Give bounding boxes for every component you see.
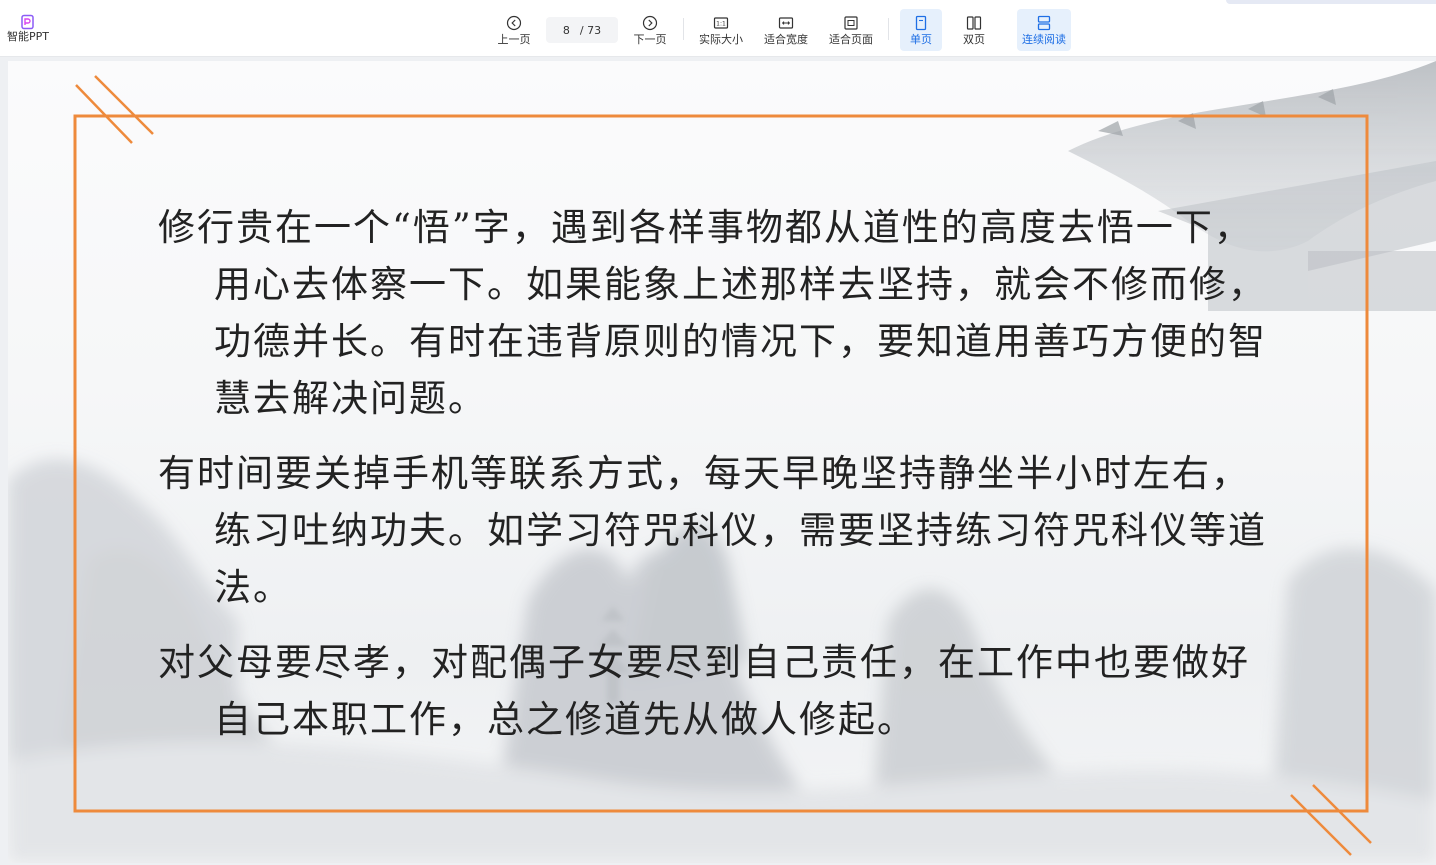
double-page-label: 双页 <box>963 33 985 46</box>
single-page-button[interactable]: 单页 <box>900 9 942 51</box>
total-pages-value: / 73 <box>579 23 602 37</box>
single-page-label: 单页 <box>910 33 932 46</box>
smart-ppt-button[interactable]: 智能PPT <box>4 10 52 50</box>
toolbar-divider <box>888 18 889 40</box>
toolbar: 智能PPT 上一页 8 / 73 下一页 1:1 实际大小 适合宽度 适合页面 … <box>0 0 1436 57</box>
fit-width-label: 适合宽度 <box>764 33 808 46</box>
slide-text: 修行贵在一个“悟”字，遇到各样事物都从道性的高度去悟一下， 用心去体察一下。如果… <box>158 199 1278 766</box>
corner-accent <box>1226 0 1436 4</box>
slide-page: 修行贵在一个“悟”字，遇到各样事物都从道性的高度去悟一下， 用心去体察一下。如果… <box>8 61 1436 863</box>
chevron-left-circle-icon <box>506 15 522 31</box>
continuous-reading-label: 连续阅读 <box>1022 33 1066 46</box>
continuous-reading-icon <box>1037 15 1051 31</box>
paragraph-enlightenment: 修行贵在一个“悟”字，遇到各样事物都从道性的高度去悟一下， 用心去体察一下。如果… <box>158 206 1267 420</box>
actual-size-label: 实际大小 <box>699 33 743 46</box>
fit-page-button[interactable]: 适合页面 <box>826 9 876 51</box>
document-viewer[interactable]: 修行贵在一个“悟”字，遇到各样事物都从道性的高度去悟一下， 用心去体察一下。如果… <box>0 57 1436 865</box>
smart-ppt-icon <box>21 14 34 30</box>
fit-width-icon <box>778 17 794 29</box>
double-page-icon <box>966 16 982 30</box>
continuous-reading-button[interactable]: 连续阅读 <box>1017 9 1071 51</box>
decor-line <box>75 84 133 144</box>
single-page-icon <box>915 15 927 31</box>
paragraph-duty: 对父母要尽孝，对配偶子女要尽到自己责任，在工作中也要做好自己本职工作，总之修道先… <box>158 641 1250 741</box>
actual-size-icon: 1:1 <box>713 17 729 29</box>
next-page-button[interactable]: 下一页 <box>630 9 670 51</box>
double-page-button[interactable]: 双页 <box>954 9 994 51</box>
chevron-right-circle-icon <box>642 15 658 31</box>
actual-size-button[interactable]: 1:1 实际大小 <box>696 9 746 51</box>
decor-line <box>94 75 154 135</box>
paragraph-practice: 有时间要关掉手机等联系方式，每天早晚坚持静坐半小时左右，练习吐纳功夫。如学习符咒… <box>158 452 1267 609</box>
prev-page-button[interactable]: 上一页 <box>494 9 534 51</box>
fit-page-label: 适合页面 <box>829 33 873 46</box>
smart-ppt-label: 智能PPT <box>7 30 49 43</box>
current-page-value: 8 <box>562 23 570 37</box>
actual-size-glyph: 1:1 <box>716 21 726 28</box>
fit-width-button[interactable]: 适合宽度 <box>761 9 811 51</box>
page-number-field[interactable]: 8 / 73 <box>546 17 618 43</box>
next-page-label: 下一页 <box>633 33 667 46</box>
prev-page-label: 上一页 <box>497 33 531 46</box>
toolbar-divider <box>683 18 684 40</box>
fit-page-icon <box>844 16 858 30</box>
